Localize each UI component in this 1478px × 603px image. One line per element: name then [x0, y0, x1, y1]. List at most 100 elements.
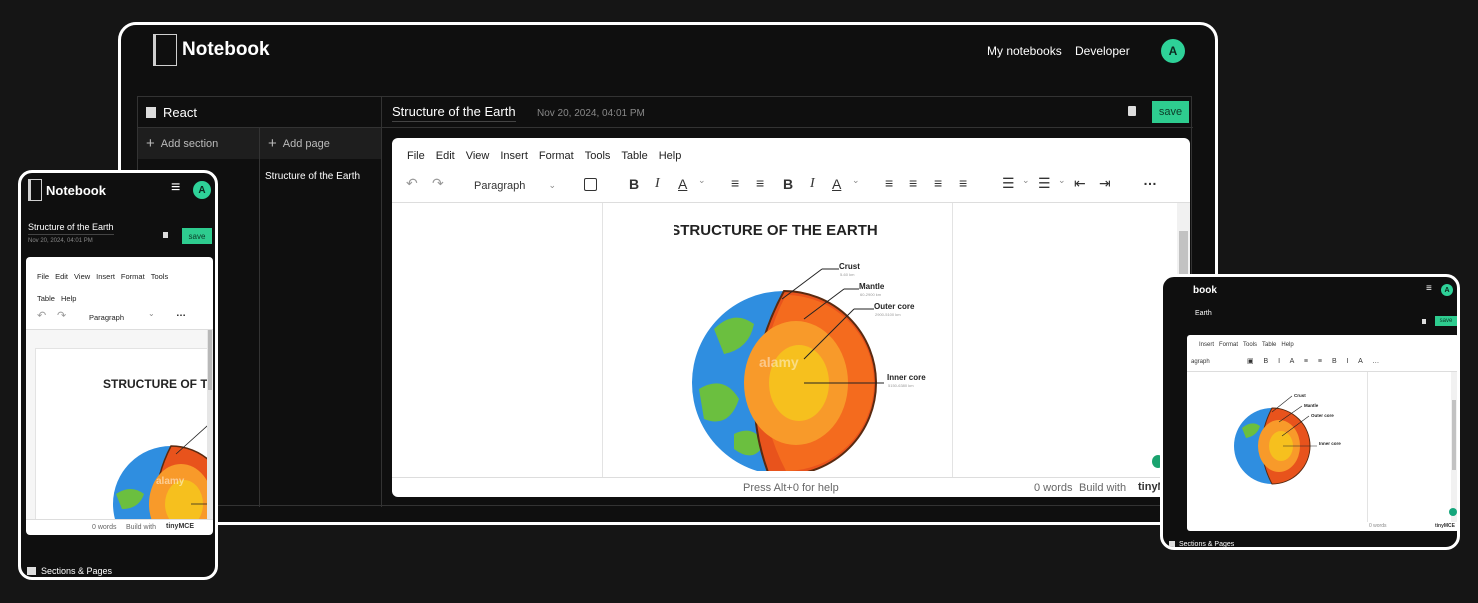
scrollbar-thumb[interactable]: [208, 330, 212, 390]
align-center-icon[interactable]: ≡: [756, 175, 764, 191]
chevron-down-icon[interactable]: ⌄: [698, 175, 706, 186]
menu-format[interactable]: Format: [539, 150, 574, 162]
undo-icon[interactable]: ↶: [37, 309, 46, 322]
align-right-icon[interactable]: ≡: [934, 175, 942, 191]
chevron-down-icon[interactable]: ⌄: [148, 309, 155, 318]
notebook-icon: [146, 106, 156, 118]
avatar[interactable]: A: [1161, 39, 1185, 63]
bold-icon[interactable]: B: [629, 176, 639, 192]
tablet-title-partial[interactable]: Earth: [1195, 310, 1212, 317]
indent-icon[interactable]: ⇥: [1099, 175, 1111, 192]
menu-insert[interactable]: Insert: [1199, 342, 1214, 348]
tablet-content[interactable]: Crust Mantle Outer core Inner core: [1187, 371, 1457, 522]
page-title[interactable]: Structure of the Earth: [392, 104, 516, 122]
notebook-name: React: [163, 104, 197, 120]
menu-view[interactable]: View: [74, 272, 90, 281]
align-left-icon[interactable]: ≡: [885, 175, 893, 191]
menu-edit[interactable]: Edit: [55, 272, 68, 281]
bold-icon[interactable]: B: [783, 176, 793, 192]
menu-table[interactable]: Table: [37, 294, 55, 303]
word-count[interactable]: 0 words: [92, 524, 117, 531]
editor-content[interactable]: STRUCTURE OF THE EARTH alamy: [26, 329, 213, 520]
chevron-down-icon[interactable]: ⌄: [852, 175, 860, 186]
menu-icon[interactable]: ≡: [171, 179, 180, 197]
editor-statusbar: 0 words Build with tinyMCE: [26, 519, 213, 535]
page-timestamp: Nov 20, 2024, 04:01 PM: [537, 108, 645, 119]
image-icon[interactable]: [584, 178, 597, 191]
scrollbar[interactable]: [207, 330, 213, 520]
editor-statusbar: Press Alt+0 for help 0 words Build with …: [392, 477, 1190, 497]
numbered-list-icon[interactable]: ☰: [1038, 175, 1051, 192]
redo-icon[interactable]: ↷: [432, 175, 444, 192]
grammarly-icon[interactable]: [1449, 508, 1457, 516]
menu-tools[interactable]: Tools: [1243, 342, 1257, 348]
outdent-icon[interactable]: ⇤: [1074, 175, 1086, 192]
avatar[interactable]: A: [193, 181, 211, 199]
block-format-select[interactable]: agraph: [1191, 359, 1210, 365]
trash-icon[interactable]: [163, 232, 168, 238]
menu-tools[interactable]: Tools: [585, 150, 611, 162]
scrollbar[interactable]: [1451, 372, 1457, 522]
save-button[interactable]: save: [182, 228, 212, 244]
menu-file[interactable]: File: [37, 272, 49, 281]
menu-table[interactable]: Table: [621, 150, 647, 162]
add-section-button[interactable]: + Add section: [138, 128, 260, 159]
toolbar-icons[interactable]: ▣ B I A ≡ ≡ B I A …: [1247, 357, 1383, 365]
undo-icon[interactable]: ↶: [406, 175, 418, 192]
italic-icon[interactable]: I: [655, 176, 660, 192]
menu-icon[interactable]: ≡: [1426, 283, 1432, 294]
align-justify-icon[interactable]: ≡: [959, 175, 967, 191]
mobile-editor: File Edit View Insert Format Tools Table Help …: [26, 257, 213, 535]
add-page-button[interactable]: + Add page: [260, 128, 382, 159]
menu-edit[interactable]: Edit: [436, 150, 455, 162]
menu-tools[interactable]: Tools: [151, 272, 169, 281]
bullet-list-icon[interactable]: ☰: [1002, 175, 1015, 192]
scrollbar-thumb[interactable]: [1452, 400, 1456, 470]
block-format-value[interactable]: Paragraph: [89, 313, 124, 322]
chevron-down-icon[interactable]: ⌄: [1022, 175, 1030, 186]
sections-pages-bar[interactable]: Sections & Pages: [1163, 535, 1457, 548]
nav-developer[interactable]: Developer: [1075, 44, 1130, 58]
pages-column: [260, 159, 382, 507]
sections-pages-label: Sections & Pages: [1179, 540, 1235, 548]
text-color-icon[interactable]: A: [832, 176, 841, 192]
more-icon[interactable]: …: [1143, 172, 1157, 188]
block-format-select[interactable]: Paragraph ⌄: [470, 176, 562, 195]
menu-view[interactable]: View: [466, 150, 490, 162]
page-item[interactable]: Structure of the Earth: [265, 171, 360, 182]
trash-icon[interactable]: [1128, 106, 1136, 116]
redo-icon[interactable]: ↷: [57, 309, 66, 322]
page-title[interactable]: Structure of the Earth: [28, 222, 114, 235]
more-icon[interactable]: …: [176, 308, 186, 319]
tinymce-brand[interactable]: tinyMCE: [1435, 523, 1455, 529]
outer-core-label: Outer core: [874, 302, 915, 311]
italic-icon[interactable]: I: [810, 176, 815, 192]
menu-file[interactable]: File: [407, 150, 425, 162]
trash-icon[interactable]: [1422, 319, 1426, 324]
align-center-icon[interactable]: ≡: [909, 175, 917, 191]
chevron-down-icon[interactable]: ⌄: [1058, 175, 1066, 186]
menu-help[interactable]: Help: [659, 150, 682, 162]
save-button[interactable]: save: [1152, 101, 1189, 123]
text-color-icon[interactable]: A: [678, 176, 687, 192]
menu-help[interactable]: Help: [1281, 342, 1293, 348]
menu-insert[interactable]: Insert: [500, 150, 528, 162]
tinymce-brand[interactable]: tinyMCE: [166, 523, 194, 530]
menu-help[interactable]: Help: [61, 294, 76, 303]
menu-table[interactable]: Table: [1262, 342, 1276, 348]
align-left-icon[interactable]: ≡: [731, 175, 739, 191]
editor-content[interactable]: STRUCTURE OF THE EARTH alamy Crust 5-60 …: [392, 202, 1190, 478]
save-button[interactable]: save: [1435, 316, 1457, 326]
sections-pages-bar[interactable]: Sections & Pages: [21, 561, 215, 577]
word-count[interactable]: 0 words: [1369, 523, 1387, 529]
menu-format[interactable]: Format: [1219, 342, 1238, 348]
menu-insert[interactable]: Insert: [96, 272, 115, 281]
logo[interactable]: Notebook: [28, 179, 106, 201]
word-count[interactable]: 0 words: [1034, 482, 1073, 494]
menu-format[interactable]: Format: [121, 272, 145, 281]
build-with: Build with: [126, 524, 156, 531]
add-page-label: Add page: [282, 137, 330, 150]
logo[interactable]: Notebook: [153, 34, 270, 66]
avatar[interactable]: A: [1441, 284, 1453, 296]
nav-my-notebooks[interactable]: My notebooks: [987, 44, 1062, 58]
